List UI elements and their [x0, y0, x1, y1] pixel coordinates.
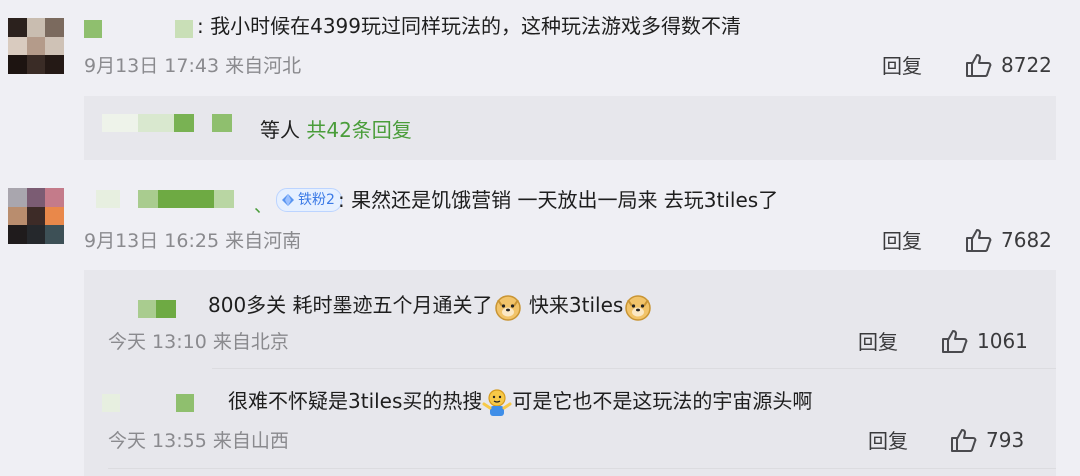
reply-button[interactable]: 回复: [858, 330, 898, 354]
like-button[interactable]: 1061: [941, 328, 1028, 354]
masked-username[interactable]: [84, 20, 102, 38]
avatar[interactable]: [8, 18, 64, 74]
name-separator: 、: [254, 196, 272, 217]
thumbs-up-icon: [942, 330, 968, 353]
like-count: 1061: [977, 329, 1028, 353]
fan-badge-label: 铁粉2: [298, 192, 335, 208]
comment-meta: 9月13日 17:43 来自河北: [84, 55, 302, 77]
like-count: 8722: [1001, 53, 1052, 77]
doge-icon: [494, 294, 521, 321]
masked-username[interactable]: [96, 190, 120, 208]
masked-username[interactable]: [176, 394, 194, 412]
view-replies-link[interactable]: 共42条回复: [306, 118, 411, 142]
shrug-icon: [482, 388, 512, 416]
reply-button[interactable]: 回复: [882, 54, 922, 78]
reply-meta: 今天 13:10 来自北京: [108, 331, 289, 353]
masked-username[interactable]: [214, 190, 234, 208]
masked-username[interactable]: [102, 394, 120, 412]
like-count: 793: [986, 428, 1025, 452]
divider: [108, 468, 1056, 469]
like-button[interactable]: 7682: [965, 227, 1052, 253]
thumbs-up-icon: [966, 54, 992, 77]
divider: [212, 368, 1056, 369]
comment-text: : 我小时候在4399玩过同样玩法的，这种玩法游戏多得数不清: [197, 14, 741, 38]
masked-username[interactable]: [175, 20, 193, 38]
like-count: 7682: [1001, 228, 1052, 252]
masked-username[interactable]: [138, 300, 156, 318]
reply-button[interactable]: 回复: [882, 229, 922, 253]
comment-meta: 9月13日 16:25 来自河南: [84, 230, 302, 252]
reply-button[interactable]: 回复: [868, 429, 908, 453]
masked-username[interactable]: [156, 300, 176, 318]
replies-panel: 800多关 耗时墨迹五个月通关了 快来3tiles 今天 13:10 来自北京 …: [84, 270, 1056, 476]
diamond-icon: [282, 194, 294, 206]
reply-text: 很难不怀疑是3tiles买的热搜 可是它也不是这玩法的宇宙源头啊: [228, 386, 812, 418]
masked-username[interactable]: [138, 190, 158, 208]
masked-username: [174, 114, 194, 132]
reply-meta: 今天 13:55 来自山西: [108, 430, 289, 452]
comment-text: : 果然还是饥饿营销 一天放出一局来 去玩3tiles了: [338, 188, 779, 212]
fan-badge[interactable]: 铁粉2: [276, 188, 342, 212]
reply-text: 800多关 耗时墨迹五个月通关了 快来3tiles: [208, 290, 653, 322]
like-button[interactable]: 8722: [965, 52, 1052, 78]
like-button[interactable]: 793: [950, 427, 1024, 453]
summary-prefix: 等人: [260, 118, 300, 142]
masked-username[interactable]: [158, 190, 214, 208]
thumbs-up-icon: [951, 429, 977, 452]
masked-username: [138, 114, 174, 132]
doge-icon: [625, 294, 652, 321]
masked-username: [212, 114, 232, 132]
masked-username: [102, 114, 138, 132]
reply-summary-panel[interactable]: 等人 共42条回复: [84, 96, 1056, 160]
avatar[interactable]: [8, 188, 64, 244]
thumbs-up-icon: [966, 229, 992, 252]
